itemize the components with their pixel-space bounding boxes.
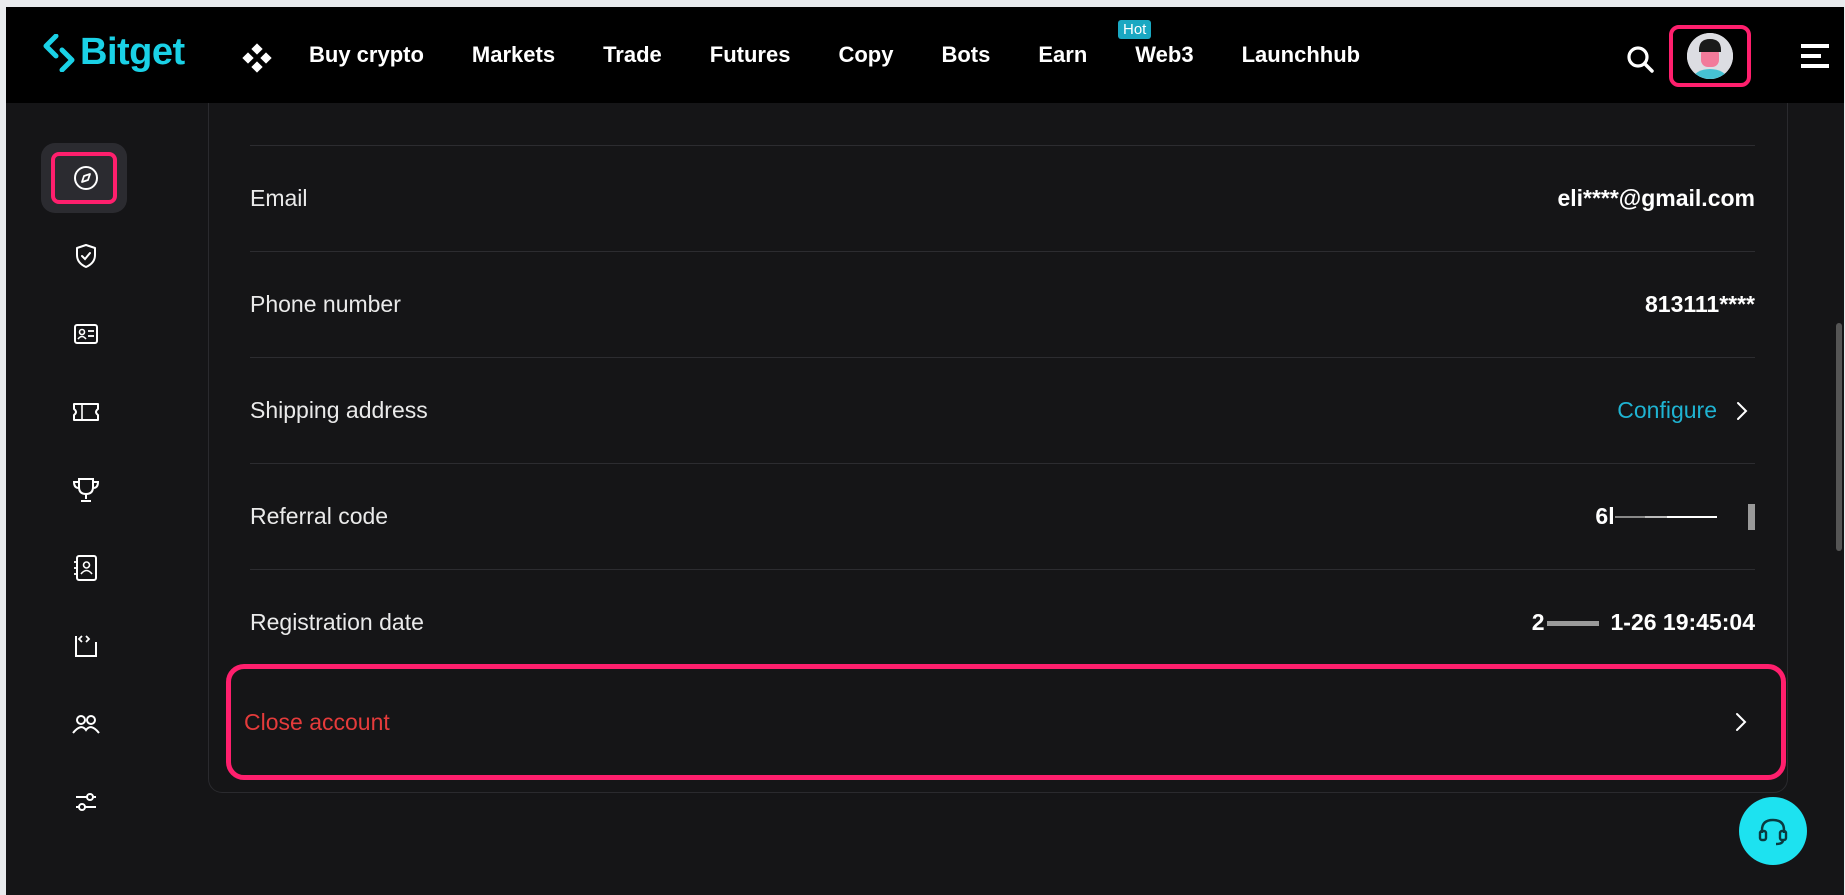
contacts-icon[interactable] [66, 548, 106, 588]
registration-prefix: 2 [1531, 609, 1545, 635]
avatar-highlight[interactable] [1669, 25, 1751, 87]
apps-icon[interactable] [242, 43, 272, 78]
brand-logo[interactable]: Bitget [42, 31, 185, 74]
referral-value: 6l [1595, 503, 1755, 531]
registration-row: Registration date 2 1-26 19:45:04 [250, 569, 1755, 675]
app-window: Bitget Buy crypto Markets Trade Futures … [6, 7, 1844, 895]
email-row: Email eli****@gmail.com [250, 145, 1755, 251]
referral-code-visible: 6l [1595, 502, 1615, 529]
phone-label: Phone number [250, 291, 401, 317]
email-value: eli****@gmail.com [1557, 185, 1755, 211]
redaction-mark [1614, 516, 1645, 519]
avatar[interactable] [1687, 33, 1733, 79]
nav-launchhub[interactable]: Launchhub [1242, 42, 1361, 68]
shipping-label: Shipping address [250, 397, 428, 423]
brand-name: Bitget [80, 31, 185, 73]
menu-icon[interactable] [1801, 42, 1831, 75]
registration-label: Registration date [250, 609, 424, 635]
email-label: Email [250, 185, 308, 211]
redaction-mark [1546, 621, 1599, 627]
nav-web3[interactable]: Web3 [1135, 42, 1193, 68]
phone-row: Phone number 813111**** [250, 251, 1755, 357]
headset-icon [1758, 818, 1788, 846]
close-account-label: Close account [244, 708, 390, 735]
chevron-right-icon [1736, 713, 1747, 731]
phone-value: 813111**** [1644, 291, 1755, 317]
support-button[interactable] [1739, 797, 1807, 865]
hot-badge: Hot [1118, 20, 1152, 39]
registration-suffix: 1-26 19:45:04 [1610, 609, 1756, 635]
sidebar [6, 103, 162, 895]
scrollbar[interactable] [1836, 323, 1842, 551]
referral-row: Referral code 6l [250, 463, 1755, 569]
shield-check-icon[interactable] [66, 236, 106, 276]
nav-markets[interactable]: Markets [472, 42, 555, 68]
id-card-icon[interactable] [66, 314, 106, 354]
nav-trade[interactable]: Trade [603, 42, 662, 68]
configure-label: Configure [1617, 397, 1717, 423]
configure-link[interactable]: Configure [1617, 397, 1755, 424]
compass-icon[interactable] [66, 158, 106, 198]
main-nav: Buy crypto Markets Trade Futures Copy Bo… [309, 7, 1408, 103]
nav-buy-crypto[interactable]: Buy crypto [309, 42, 424, 68]
redaction-mark [1644, 516, 1667, 519]
top-navbar: Bitget Buy crypto Markets Trade Futures … [6, 7, 1844, 103]
trophy-icon[interactable] [66, 470, 106, 510]
bitget-logo-icon [43, 33, 75, 72]
api-icon[interactable] [66, 626, 106, 666]
referral-label: Referral code [250, 503, 389, 529]
users-icon[interactable] [66, 704, 106, 744]
ticket-icon[interactable] [66, 392, 106, 432]
close-account-row[interactable]: Close account [244, 683, 1754, 761]
shipping-row[interactable]: Shipping address Configure [250, 357, 1755, 463]
nav-earn[interactable]: Earn [1038, 42, 1087, 68]
registration-value: 2 1-26 19:45:04 [1532, 609, 1755, 636]
sliders-icon[interactable] [66, 782, 106, 822]
chevron-right-icon [1737, 401, 1748, 420]
nav-futures[interactable]: Futures [710, 42, 791, 68]
redaction-block [1748, 504, 1755, 531]
nav-copy[interactable]: Copy [838, 42, 893, 68]
redaction-mark [1666, 516, 1717, 519]
nav-bots[interactable]: Bots [941, 42, 990, 68]
search-icon[interactable] [1626, 45, 1654, 78]
